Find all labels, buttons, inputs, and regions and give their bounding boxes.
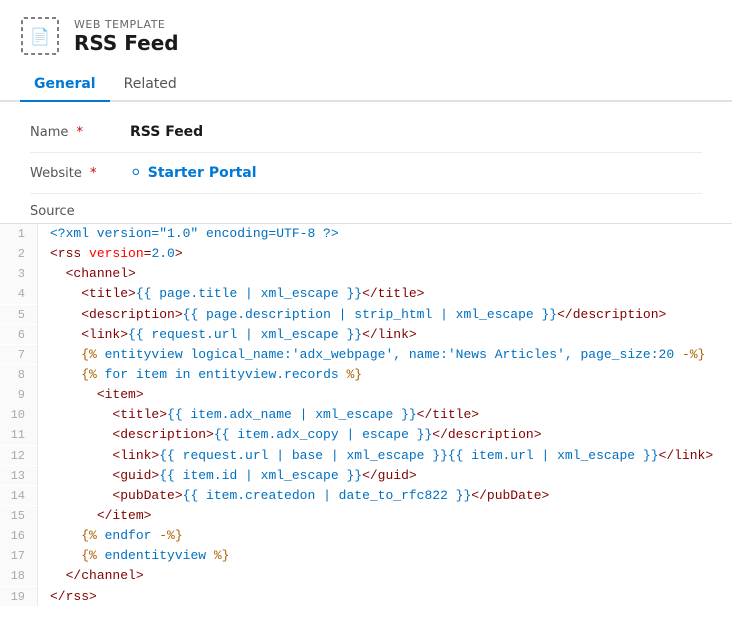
line-content: <link>{{ request.url | xml_escape }}</li… bbox=[38, 325, 417, 345]
line-content: <title>{{ item.adx_name | xml_escape }}<… bbox=[38, 405, 479, 425]
header-text-group: WEB TEMPLATE RSS Feed bbox=[74, 18, 179, 55]
line-number: 4 bbox=[0, 284, 38, 304]
code-line: 19</rss> bbox=[0, 587, 732, 607]
code-line: 13 <guid>{{ item.id | xml_escape }}</gui… bbox=[0, 466, 732, 486]
line-number: 3 bbox=[0, 264, 38, 284]
svg-text:📄: 📄 bbox=[30, 27, 50, 46]
source-section-label: Source bbox=[0, 194, 732, 223]
line-content: </channel> bbox=[38, 566, 144, 586]
header-title: RSS Feed bbox=[74, 31, 179, 55]
line-number: 10 bbox=[0, 405, 38, 425]
line-content: {% entityview logical_name:'adx_webpage'… bbox=[38, 345, 705, 365]
code-line: 2<rss version=2.0> bbox=[0, 244, 732, 264]
line-content: {% endentityview %} bbox=[38, 546, 229, 566]
header-subtitle: WEB TEMPLATE bbox=[74, 18, 179, 31]
code-line: 16 {% endfor -%} bbox=[0, 526, 732, 546]
code-line: 6 <link>{{ request.url | xml_escape }}</… bbox=[0, 325, 732, 345]
web-template-icon: 📄 bbox=[20, 16, 60, 56]
line-content: <pubDate>{{ item.createdon | date_to_rfc… bbox=[38, 486, 549, 506]
website-label: Website * bbox=[30, 166, 130, 181]
line-content: <description>{{ page.description | strip… bbox=[38, 305, 666, 325]
line-content: <link>{{ request.url | base | xml_escape… bbox=[38, 446, 713, 466]
line-number: 18 bbox=[0, 566, 38, 586]
code-line: 17 {% endentityview %} bbox=[0, 546, 732, 566]
code-line: 10 <title>{{ item.adx_name | xml_escape … bbox=[0, 405, 732, 425]
line-number: 14 bbox=[0, 486, 38, 506]
code-line: 7 {% entityview logical_name:'adx_webpag… bbox=[0, 345, 732, 365]
tab-general[interactable]: General bbox=[20, 68, 110, 102]
line-content: <channel> bbox=[38, 264, 136, 284]
name-row: Name * RSS Feed bbox=[30, 112, 702, 153]
line-number: 6 bbox=[0, 325, 38, 345]
website-row: Website * ⚪ Starter Portal bbox=[30, 153, 702, 194]
code-line: 5 <description>{{ page.description | str… bbox=[0, 305, 732, 325]
website-link[interactable]: Starter Portal bbox=[148, 165, 257, 181]
tab-related[interactable]: Related bbox=[110, 68, 191, 102]
website-value-group: ⚪ Starter Portal bbox=[130, 165, 257, 181]
line-number: 19 bbox=[0, 587, 38, 607]
name-value: RSS Feed bbox=[130, 124, 203, 140]
globe-icon: ⚪ bbox=[130, 165, 142, 181]
page-header: 📄 WEB TEMPLATE RSS Feed bbox=[0, 0, 732, 68]
name-label: Name * bbox=[30, 125, 130, 140]
website-required-indicator: * bbox=[90, 166, 97, 181]
line-content: <rss version=2.0> bbox=[38, 244, 183, 264]
line-number: 2 bbox=[0, 244, 38, 264]
line-content: </item> bbox=[38, 506, 151, 526]
line-number: 8 bbox=[0, 365, 38, 385]
line-content: <item> bbox=[38, 385, 144, 405]
line-number: 7 bbox=[0, 345, 38, 365]
line-content: {% endfor -%} bbox=[38, 526, 183, 546]
line-number: 16 bbox=[0, 526, 38, 546]
code-line: 8 {% for item in entityview.records %} bbox=[0, 365, 732, 385]
line-content: <guid>{{ item.id | xml_escape }}</guid> bbox=[38, 466, 417, 486]
code-line: 9 <item> bbox=[0, 385, 732, 405]
code-line: 15 </item> bbox=[0, 506, 732, 526]
line-number: 5 bbox=[0, 305, 38, 325]
code-line: 1<?xml version="1.0" encoding=UTF-8 ?> bbox=[0, 224, 732, 244]
line-number: 17 bbox=[0, 546, 38, 566]
line-number: 1 bbox=[0, 224, 38, 244]
line-content: {% for item in entityview.records %} bbox=[38, 365, 362, 385]
line-number: 11 bbox=[0, 425, 38, 445]
name-required-indicator: * bbox=[77, 125, 84, 140]
code-line: 18 </channel> bbox=[0, 566, 732, 586]
line-number: 12 bbox=[0, 446, 38, 466]
code-editor[interactable]: 1<?xml version="1.0" encoding=UTF-8 ?>2<… bbox=[0, 223, 732, 607]
line-content: <title>{{ page.title | xml_escape }}</ti… bbox=[38, 284, 425, 304]
line-content: <?xml version="1.0" encoding=UTF-8 ?> bbox=[38, 224, 339, 244]
code-line: 14 <pubDate>{{ item.createdon | date_to_… bbox=[0, 486, 732, 506]
line-content: <description>{{ item.adx_copy | escape }… bbox=[38, 425, 542, 445]
tab-bar: General Related bbox=[0, 68, 732, 102]
code-line: 12 <link>{{ request.url | base | xml_esc… bbox=[0, 446, 732, 466]
line-number: 13 bbox=[0, 466, 38, 486]
line-number: 9 bbox=[0, 385, 38, 405]
form-section: Name * RSS Feed Website * ⚪ Starter Port… bbox=[0, 102, 732, 194]
code-line: 11 <description>{{ item.adx_copy | escap… bbox=[0, 425, 732, 445]
line-content: </rss> bbox=[38, 587, 97, 607]
code-line: 3 <channel> bbox=[0, 264, 732, 284]
line-number: 15 bbox=[0, 506, 38, 526]
code-line: 4 <title>{{ page.title | xml_escape }}</… bbox=[0, 284, 732, 304]
